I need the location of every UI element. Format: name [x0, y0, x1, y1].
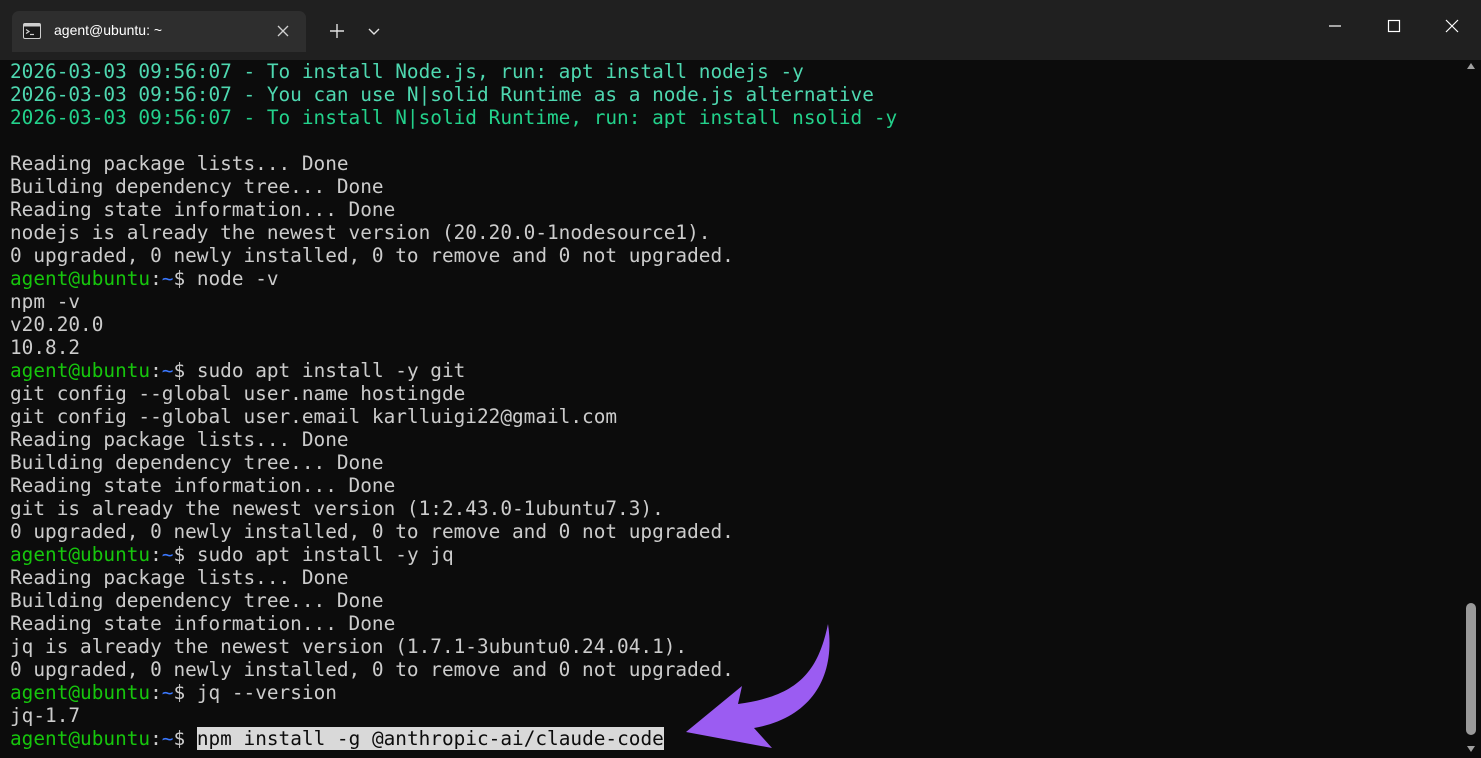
prompt-dollar: $	[173, 681, 197, 704]
prompt-path: ~	[161, 267, 174, 290]
prompt-path: ~	[161, 359, 174, 382]
prompt-user: agent@ubuntu	[10, 543, 151, 566]
output-line: Reading package lists... Done	[10, 566, 349, 589]
prompt-path: ~	[161, 681, 174, 704]
output-line: Reading state information... Done	[10, 612, 396, 635]
prompt-colon: :	[150, 359, 162, 382]
command-text: jq --version	[196, 681, 337, 704]
command-text: sudo apt install -y git	[196, 359, 466, 382]
output-line: nodejs is already the newest version (20…	[10, 221, 711, 244]
output-line: Building dependency tree... Done	[10, 451, 384, 474]
prompt-colon: :	[150, 543, 162, 566]
output-line: v20.20.0	[10, 313, 104, 336]
prompt-user: agent@ubuntu	[10, 359, 151, 382]
maximize-icon[interactable]	[1384, 16, 1404, 36]
command-text: sudo apt install -y jq	[196, 543, 454, 566]
prompt-path: ~	[161, 727, 174, 750]
output-line: git config --global user.name hostingde	[10, 382, 466, 405]
close-icon[interactable]	[1442, 16, 1462, 36]
log-line: 2026-03-03 09:56:07 - To install N|solid…	[10, 106, 898, 129]
output-line: 0 upgraded, 0 newly installed, 0 to remo…	[10, 244, 734, 267]
terminal-output[interactable]: 2026-03-03 09:56:07 - To install Node.js…	[10, 60, 1460, 758]
scrollbar[interactable]	[1463, 60, 1479, 758]
output-line: jq is already the newest version (1.7.1-…	[10, 635, 688, 658]
output-line: Reading package lists... Done	[10, 152, 349, 175]
prompt-user: agent@ubuntu	[10, 727, 151, 750]
output-line: npm -v	[10, 290, 81, 313]
prompt-user: agent@ubuntu	[10, 681, 151, 704]
output-line: jq-1.7	[10, 704, 81, 727]
command-text: node -v	[196, 267, 279, 290]
prompt-user: agent@ubuntu	[10, 267, 151, 290]
output-line: Building dependency tree... Done	[10, 175, 384, 198]
log-line: 2026-03-03 09:56:07 - To install Node.js…	[10, 60, 804, 83]
prompt-dollar: $	[173, 359, 197, 382]
prompt-line: agent@ubuntu:~$ node -v	[10, 267, 279, 290]
output-line: 10.8.2	[10, 336, 81, 359]
chevron-down-icon[interactable]	[366, 24, 382, 40]
title-bar: agent@ubuntu: ~	[0, 0, 1481, 60]
selected-command-text[interactable]: npm install -g @anthropic-ai/claude-code	[196, 727, 664, 750]
tab-agent-ubuntu[interactable]: agent@ubuntu: ~	[12, 11, 306, 52]
prompt-line: agent@ubuntu:~$ jq --version	[10, 681, 337, 704]
prompt-colon: :	[150, 681, 162, 704]
prompt-dollar: $	[173, 267, 197, 290]
output-line: Reading state information... Done	[10, 474, 396, 497]
scroll-up-arrow-icon[interactable]	[1467, 63, 1475, 69]
scroll-down-arrow-icon[interactable]	[1467, 746, 1475, 752]
output-line: 0 upgraded, 0 newly installed, 0 to remo…	[10, 658, 734, 681]
prompt-dollar: $	[173, 727, 197, 750]
prompt-path: ~	[161, 543, 174, 566]
prompt-line: agent@ubuntu:~$ sudo apt install -y git	[10, 359, 465, 382]
plus-icon[interactable]	[327, 21, 347, 41]
scrollbar-thumb[interactable]	[1466, 603, 1476, 735]
output-line: Reading state information... Done	[10, 198, 396, 221]
terminal-icon	[23, 23, 41, 39]
tab-title: agent@ubuntu: ~	[54, 22, 163, 38]
tab-close-icon[interactable]	[276, 24, 290, 38]
prompt-line-current[interactable]: agent@ubuntu:~$ npm install -g @anthropi…	[10, 727, 664, 750]
prompt-dollar: $	[173, 543, 197, 566]
output-line: git config --global user.email karlluigi…	[10, 405, 618, 428]
output-line: Building dependency tree... Done	[10, 589, 384, 612]
prompt-line: agent@ubuntu:~$ sudo apt install -y jq	[10, 543, 454, 566]
prompt-colon: :	[150, 727, 162, 750]
minimize-icon[interactable]	[1325, 16, 1345, 36]
log-line: 2026-03-03 09:56:07 - You can use N|soli…	[10, 83, 874, 106]
output-line: git is already the newest version (1:2.4…	[10, 497, 664, 520]
output-line: 0 upgraded, 0 newly installed, 0 to remo…	[10, 520, 734, 543]
output-line: Reading package lists... Done	[10, 428, 349, 451]
prompt-colon: :	[150, 267, 162, 290]
